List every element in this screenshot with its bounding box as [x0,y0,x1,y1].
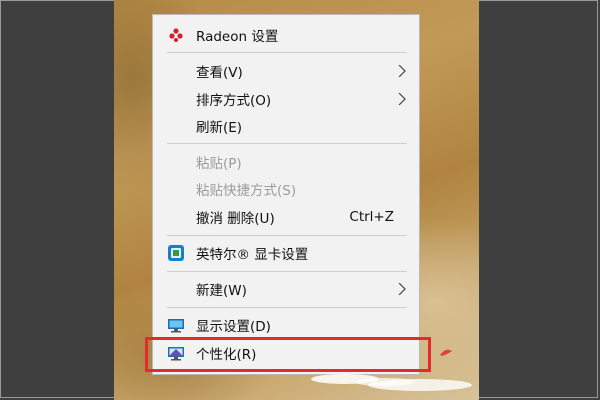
menu-item-label: 显示设置(D) [196,319,271,335]
chevron-right-icon [398,93,406,105]
menu-separator [167,52,407,53]
highlight-box [145,337,431,372]
menu-item-undo-delete[interactable]: 撤消 删除(U) Ctrl+Z [153,205,419,229]
annotation-mark [440,349,452,356]
watermark-smudge [311,374,472,391]
amd-radeon-icon [169,28,183,42]
menu-separator [167,235,407,236]
menu-separator [167,143,407,144]
menu-item-display-settings[interactable]: 显示设置(D) [153,313,419,337]
menu-item-new[interactable]: 新建(W) [153,277,419,301]
menu-item-label: 刷新(E) [196,120,243,136]
chevron-right-icon [398,283,406,295]
menu-item-label: 粘贴快捷方式(S) [196,183,297,199]
menu-item-refresh[interactable]: 刷新(E) [153,114,419,138]
menu-item-view[interactable]: 查看(V) [153,59,419,83]
menu-item-intel-graphics-settings[interactable]: 英特尔® 显卡设置 [153,241,419,265]
menu-separator [167,271,407,272]
chevron-right-icon [398,65,406,77]
shortcut-text: Ctrl+Z [349,209,394,225]
menu-item-paste: 粘贴(P) [153,150,419,174]
menu-item-label: Radeon 设置 [196,29,279,45]
menu-item-paste-shortcut: 粘贴快捷方式(S) [153,177,419,201]
desktop-context-menu: Radeon 设置 查看(V) 排序方式(O) 刷新(E) 粘贴(P) 粘贴快捷… [152,14,420,375]
menu-item-label: 粘贴(P) [196,156,242,172]
menu-item-radeon-settings[interactable]: Radeon 设置 [153,23,419,47]
menu-item-label: 新建(W) [196,283,247,299]
menu-item-sort-by[interactable]: 排序方式(O) [153,87,419,111]
menu-item-label: 英特尔® 显卡设置 [196,247,309,263]
intel-graphics-icon [168,245,184,261]
menu-item-label: 排序方式(O) [196,93,272,109]
menu-item-label: 撤消 删除(U) [196,211,275,227]
menu-item-label: 查看(V) [196,65,243,81]
display-icon [168,319,184,333]
menu-separator [167,307,407,308]
